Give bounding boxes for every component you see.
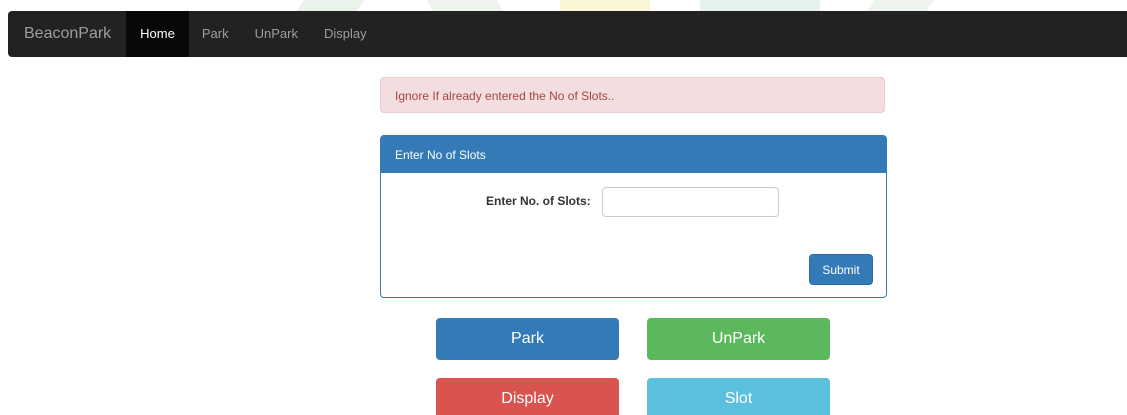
panel-heading: Enter No of Slots <box>381 136 886 173</box>
slots-input[interactable] <box>602 187 779 217</box>
submit-button[interactable]: Submit <box>809 254 873 285</box>
page: BeaconPark Home Park UnPark Display Igno… <box>0 0 1127 415</box>
display-button[interactable]: Display <box>436 378 619 415</box>
navbar-brand[interactable]: BeaconPark <box>8 11 126 57</box>
unpark-button[interactable]: UnPark <box>647 318 830 360</box>
slots-field-label: Enter No. of Slots: <box>486 194 591 208</box>
slot-button[interactable]: Slot <box>647 378 830 415</box>
slots-panel: Enter No of Slots Enter No. of Slots: Su… <box>380 135 887 298</box>
park-button[interactable]: Park <box>436 318 619 360</box>
nav-item-display[interactable]: Display <box>311 11 380 57</box>
top-navbar: BeaconPark Home Park UnPark Display <box>8 11 1127 57</box>
nav-item-home[interactable]: Home <box>126 11 189 57</box>
info-alert: Ignore If already entered the No of Slot… <box>380 77 885 113</box>
nav-item-unpark[interactable]: UnPark <box>242 11 311 57</box>
nav-item-park[interactable]: Park <box>189 11 242 57</box>
